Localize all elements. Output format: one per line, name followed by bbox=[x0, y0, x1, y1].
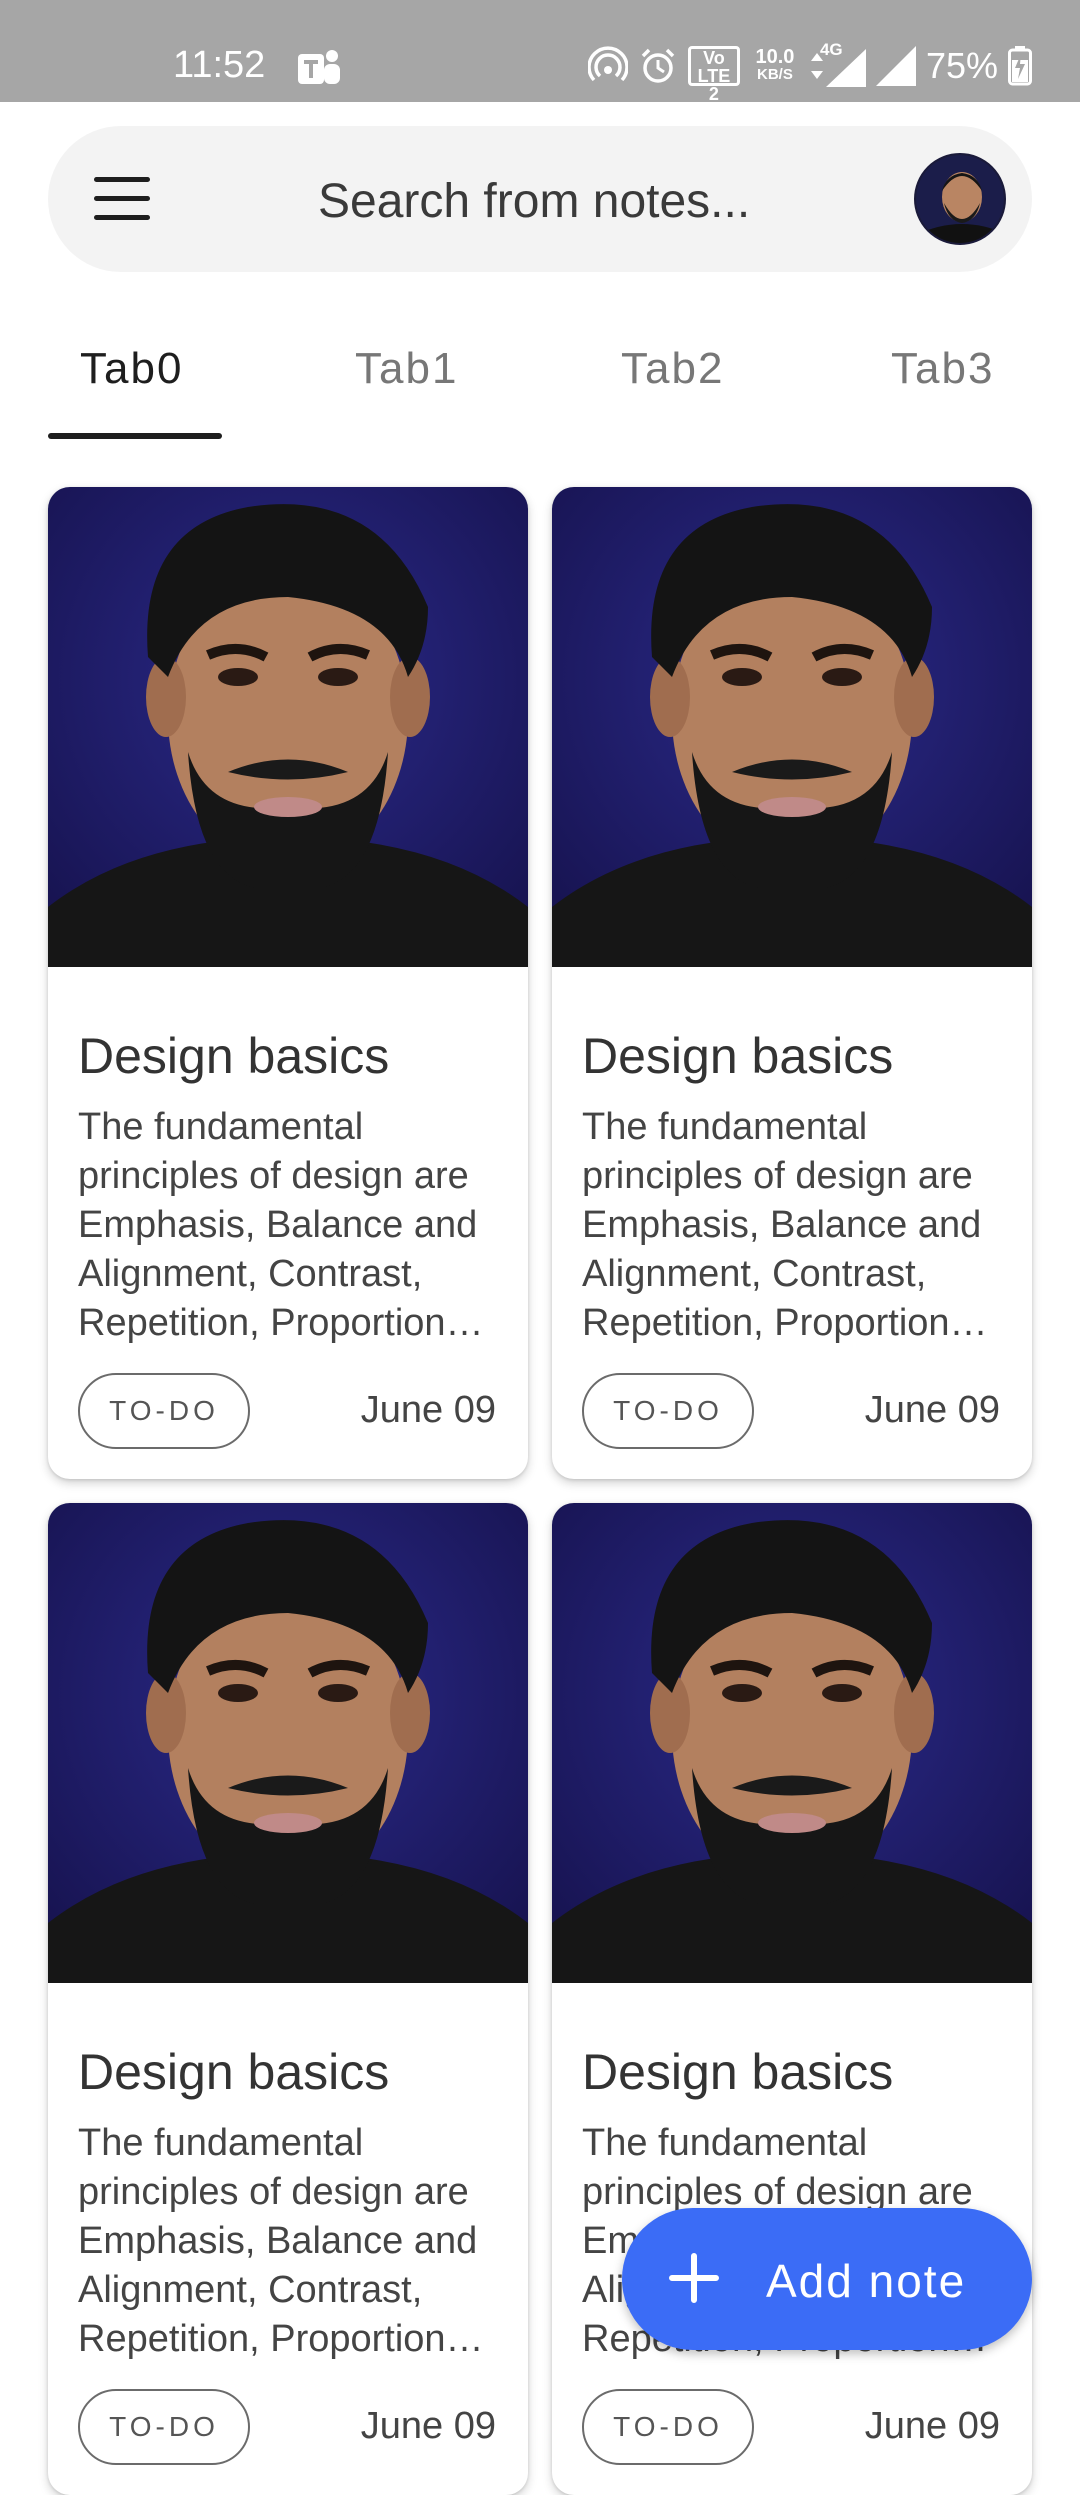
note-date: June 09 bbox=[360, 2405, 496, 2447]
note-body: The fundamental principles of design are… bbox=[78, 1106, 484, 1344]
hotspot-icon bbox=[587, 46, 628, 82]
note-date: June 09 bbox=[864, 1389, 1000, 1431]
battery-percent: 75% bbox=[925, 45, 998, 86]
note-tag[interactable]: TO-DO bbox=[78, 2389, 250, 2465]
alarm-icon bbox=[641, 48, 675, 83]
lte-label: LTE 2 bbox=[697, 66, 731, 104]
menu-icon[interactable] bbox=[94, 177, 150, 221]
data-arrows-icon bbox=[810, 53, 823, 79]
tab-indicator bbox=[48, 433, 222, 439]
note-tag[interactable]: TO-DO bbox=[78, 1373, 250, 1449]
net-speed-unit: KB/S bbox=[757, 66, 793, 83]
search-input[interactable]: Search from notes... bbox=[318, 174, 750, 229]
network-type: 4G bbox=[810, 41, 866, 87]
tab-2[interactable]: Tab2 bbox=[621, 344, 724, 394]
tab-3[interactable]: Tab3 bbox=[891, 344, 994, 394]
tab-1[interactable]: Tab1 bbox=[355, 344, 458, 394]
note-card[interactable]: Design basics The fundamental principles… bbox=[48, 1503, 528, 2495]
note-date: June 09 bbox=[360, 1389, 496, 1431]
note-card[interactable]: Design basics The fundamental principles… bbox=[48, 487, 528, 1479]
status-bar: 11:52 Vo LTE 2 10.0 KB/S 4G 75% bbox=[0, 0, 1080, 103]
net-speed: 10.0 KB/S bbox=[750, 46, 800, 84]
avatar[interactable] bbox=[914, 153, 1006, 245]
add-note-button[interactable]: Add note bbox=[622, 2208, 1032, 2350]
note-photo bbox=[48, 487, 528, 967]
note-body: The fundamental principles of design are… bbox=[78, 2122, 484, 2360]
note-title: Design basics bbox=[582, 2044, 894, 2100]
note-title: Design basics bbox=[582, 1028, 894, 1084]
tab-0[interactable]: Tab0 bbox=[80, 344, 183, 394]
search-bar[interactable]: Search from notes... bbox=[48, 126, 1032, 272]
volte-icon: Vo LTE 2 bbox=[687, 46, 740, 103]
note-card[interactable]: Design basics The fundamental principles… bbox=[552, 487, 1032, 1479]
note-body: The fundamental principles of design are… bbox=[582, 1106, 988, 1344]
teams-icon bbox=[298, 50, 340, 84]
signal-icon bbox=[825, 49, 866, 87]
note-photo bbox=[552, 1503, 1032, 1983]
note-tag[interactable]: TO-DO bbox=[582, 2389, 754, 2465]
note-date: June 09 bbox=[864, 2405, 1000, 2447]
status-icons: Vo LTE 2 10.0 KB/S 4G 75% bbox=[587, 40, 1032, 103]
signal-icon bbox=[875, 46, 916, 86]
battery-charging-icon bbox=[1008, 46, 1032, 86]
note-photo bbox=[552, 487, 1032, 967]
tab-bar: Tab0 Tab1 Tab2 Tab3 bbox=[0, 310, 1080, 440]
add-note-label: Add note bbox=[766, 2255, 967, 2307]
note-photo bbox=[48, 1503, 528, 1983]
net-speed-value: 10.0 bbox=[755, 46, 795, 68]
note-title: Design basics bbox=[78, 2044, 390, 2100]
note-tag[interactable]: TO-DO bbox=[582, 1373, 754, 1449]
note-title: Design basics bbox=[78, 1028, 390, 1084]
plus-icon bbox=[669, 2253, 719, 2303]
status-time: 11:52 bbox=[173, 44, 266, 86]
volte-label: Vo bbox=[703, 48, 725, 68]
